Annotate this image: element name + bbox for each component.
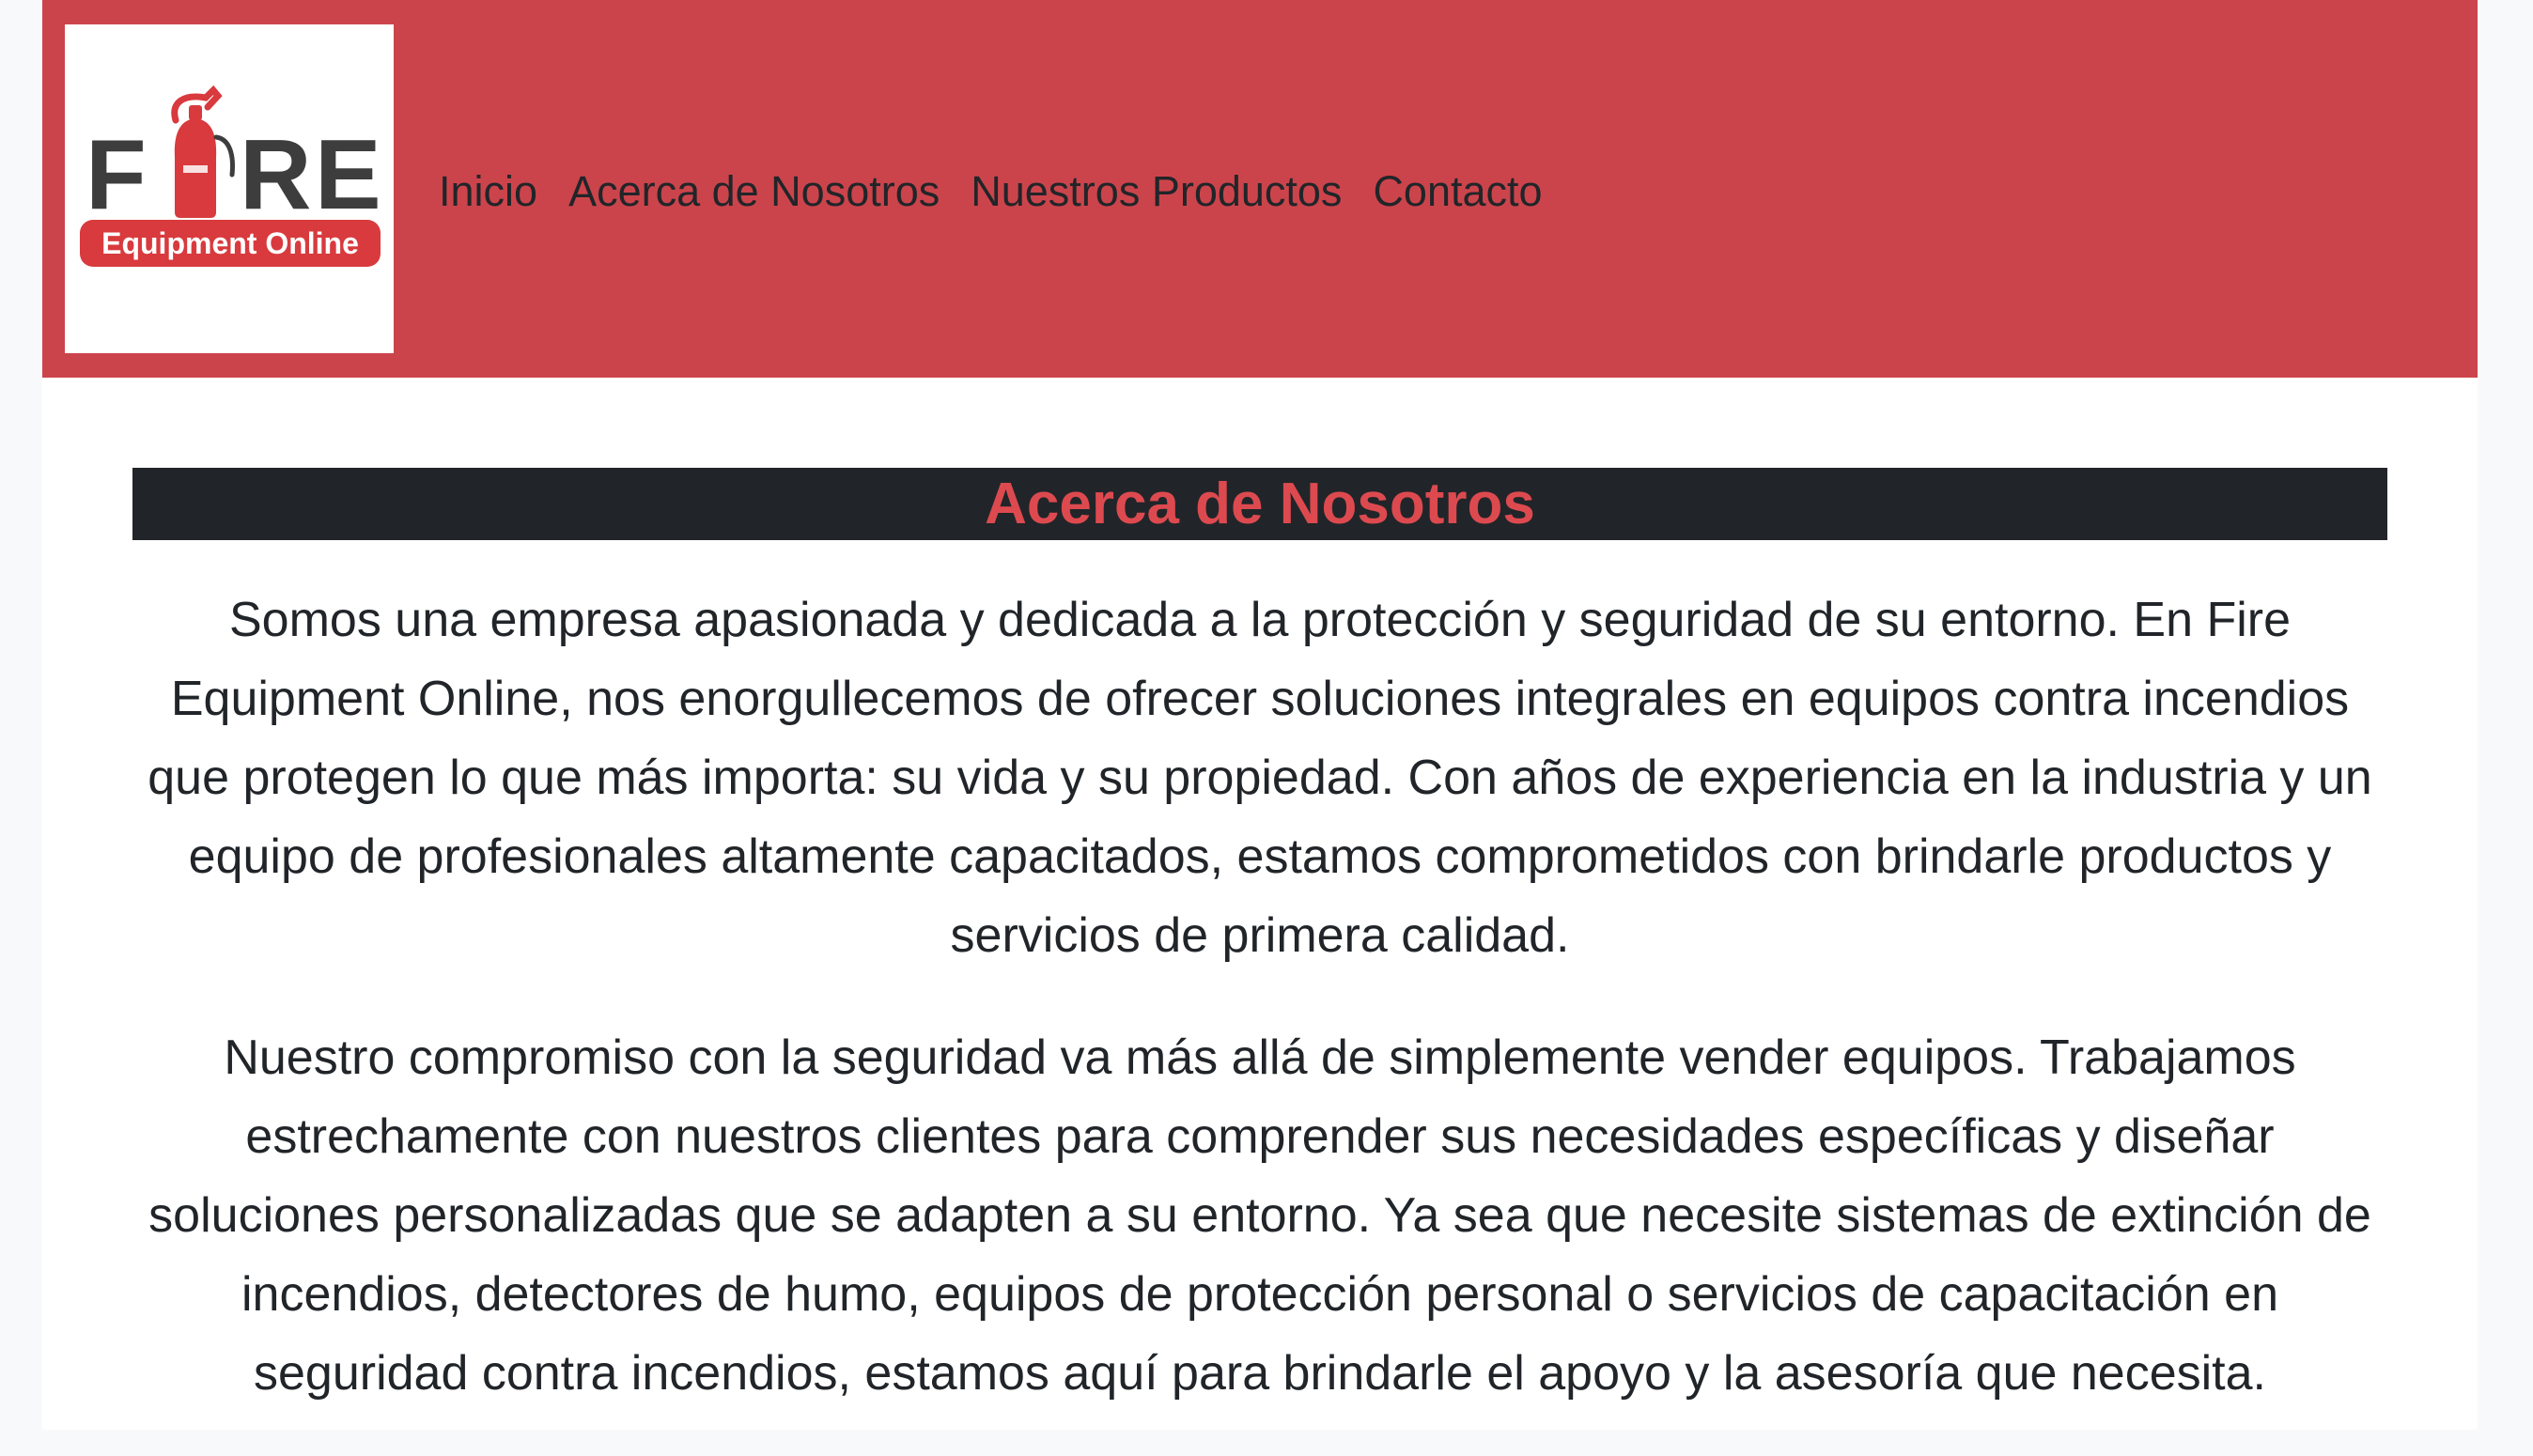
svg-text:E: E — [315, 119, 381, 230]
fire-extinguisher-logo: F R E Equipment Online — [80, 85, 381, 267]
about-paragraph-2: Nuestro compromiso con la seguridad va m… — [148, 1030, 2371, 1401]
about-content: Somos una empresa apasionada y dedicada … — [132, 581, 2387, 1456]
svg-text:R: R — [240, 119, 312, 230]
nav-link-contacto[interactable]: Contacto — [1373, 170, 1542, 212]
navbar: F R E Equipment Online Inicio Acerca de … — [42, 0, 2478, 378]
about-paragraph-1: Somos una empresa apasionada y dedicada … — [148, 593, 2372, 963]
section-heading-bar: Acerca de Nosotros — [132, 468, 2387, 540]
brand-logo[interactable]: F R E Equipment Online — [65, 24, 394, 353]
nav-link-acerca-de-nosotros[interactable]: Acerca de Nosotros — [568, 170, 940, 212]
svg-text:F: F — [85, 119, 147, 230]
svg-text:Equipment Online: Equipment Online — [101, 226, 359, 260]
main-nav: Inicio Acerca de Nosotros Nuestros Produ… — [439, 160, 1543, 222]
nav-link-nuestros-productos[interactable]: Nuestros Productos — [971, 170, 1342, 212]
nav-link-inicio[interactable]: Inicio — [439, 170, 537, 212]
fire-extinguisher-icon — [171, 85, 235, 218]
page: F R E Equipment Online Inicio Acerca de … — [42, 0, 2478, 1430]
section-title: Acerca de Nosotros — [985, 471, 1535, 536]
